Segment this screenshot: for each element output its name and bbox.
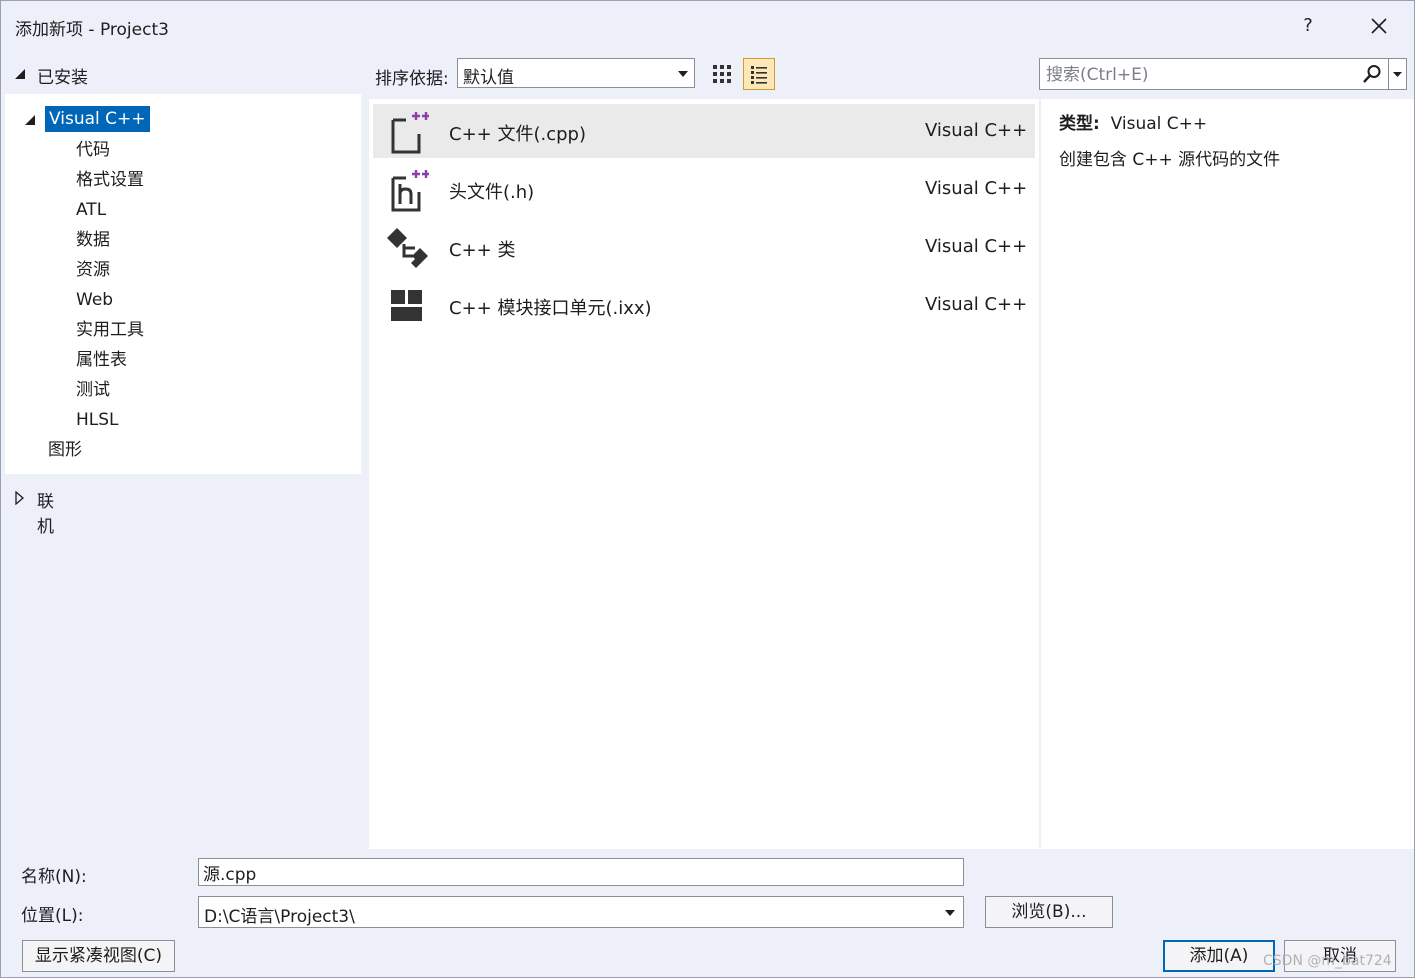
search-input[interactable] (1044, 62, 1360, 88)
template-item[interactable]: C++ 类 Visual C++ (373, 220, 1035, 274)
template-item[interactable]: 头文件(.h) Visual C++ (373, 162, 1035, 216)
class-icon (385, 226, 429, 270)
type-label: 类型: (1059, 114, 1100, 134)
cpp-file-icon (385, 110, 430, 154)
tree-node-utility[interactable]: 实用工具 (76, 317, 144, 343)
collapse-triangle-icon (25, 115, 35, 125)
template-name: C++ 文件(.cpp) (449, 124, 586, 145)
tree-node-property-sheets[interactable]: 属性表 (76, 347, 127, 373)
template-item[interactable]: C++ 模块接口单元(.ixx) Visual C++ (373, 278, 1035, 332)
tree-node-web[interactable]: Web (76, 287, 113, 313)
name-field[interactable] (198, 858, 964, 886)
template-name: 头文件(.h) (449, 182, 535, 203)
type-value: Visual C++ (1110, 114, 1208, 134)
template-item[interactable]: C++ 文件(.cpp) Visual C++ (373, 104, 1035, 158)
location-value: D:\C语言\Project3\ (204, 907, 355, 927)
sort-by-dropdown[interactable]: 默认值 (457, 58, 695, 88)
tree-node-resource[interactable]: 资源 (76, 257, 110, 283)
tree-node-graphics[interactable]: 图形 (48, 437, 82, 463)
template-language: Visual C++ (925, 294, 1028, 315)
template-language: Visual C++ (925, 236, 1028, 257)
search-box[interactable] (1039, 58, 1389, 90)
tree-node-label: Visual C++ (49, 109, 146, 129)
help-button[interactable]: ? (1293, 11, 1323, 41)
template-language: Visual C++ (925, 120, 1028, 141)
medium-icons-view-button[interactable] (707, 59, 737, 89)
list-view-icon (751, 66, 767, 84)
template-type: 类型: Visual C++ (1059, 109, 1207, 134)
template-list: C++ 文件(.cpp) Visual C++ 头文件(.h) Visual C… (369, 99, 1039, 849)
name-label: 名称(N): (21, 867, 87, 887)
tree-node-atl[interactable]: ATL (76, 197, 106, 223)
watermark: CSDN @m_bat724 (1263, 953, 1392, 969)
location-label: 位置(L): (21, 906, 84, 926)
add-button[interactable]: 添加(A) (1163, 940, 1275, 972)
chevron-down-icon (678, 71, 688, 77)
tree-node-code[interactable]: 代码 (76, 137, 110, 163)
grid-view-icon (713, 65, 731, 83)
template-category-tree: Visual C++ 代码 格式设置 ATL 数据 资源 Web 实用工具 属性… (5, 94, 361, 474)
template-details-panel: 类型: Visual C++ 创建包含 C++ 源代码的文件 (1041, 99, 1414, 849)
online-label: 联机 (37, 492, 54, 537)
tree-node-formatting[interactable]: 格式设置 (76, 167, 144, 193)
tree-node-test[interactable]: 测试 (76, 377, 110, 403)
title-bar: 添加新项 - Project3 ? (1, 1, 1414, 49)
sort-by-label: 排序依据: (375, 69, 449, 89)
module-icon (385, 284, 429, 328)
tree-node-data[interactable]: 数据 (76, 227, 110, 253)
list-view-button[interactable] (743, 58, 775, 90)
tree-node-hlsl[interactable]: HLSL (76, 407, 119, 433)
add-new-item-dialog: 添加新项 - Project3 ? 已安装 Visual C++ 代码 格式设置… (0, 0, 1415, 978)
installed-label: 已安装 (37, 68, 88, 88)
collapse-triangle-icon (15, 69, 25, 79)
search-icon (1363, 65, 1381, 83)
search-options-dropdown[interactable] (1389, 58, 1407, 90)
browse-button[interactable]: 浏览(B)... (985, 896, 1113, 928)
template-name: C++ 模块接口单元(.ixx) (449, 298, 652, 319)
chevron-down-icon (1393, 72, 1402, 77)
tree-node-visual-cpp[interactable]: Visual C++ (25, 106, 150, 132)
template-description: 创建包含 C++ 源代码的文件 (1059, 150, 1281, 170)
show-compact-view-button[interactable]: 显示紧凑视图(C) (22, 940, 175, 972)
close-icon (1371, 18, 1387, 34)
template-language: Visual C++ (925, 178, 1028, 199)
template-name: C++ 类 (449, 240, 516, 261)
chevron-down-icon (945, 910, 955, 916)
header-file-icon (385, 168, 430, 212)
sort-by-value: 默认值 (463, 68, 514, 88)
expand-triangle-icon (15, 491, 24, 505)
close-button[interactable] (1359, 9, 1399, 43)
window-title: 添加新项 - Project3 (15, 20, 169, 40)
location-combobox[interactable]: D:\C语言\Project3\ (198, 896, 964, 928)
